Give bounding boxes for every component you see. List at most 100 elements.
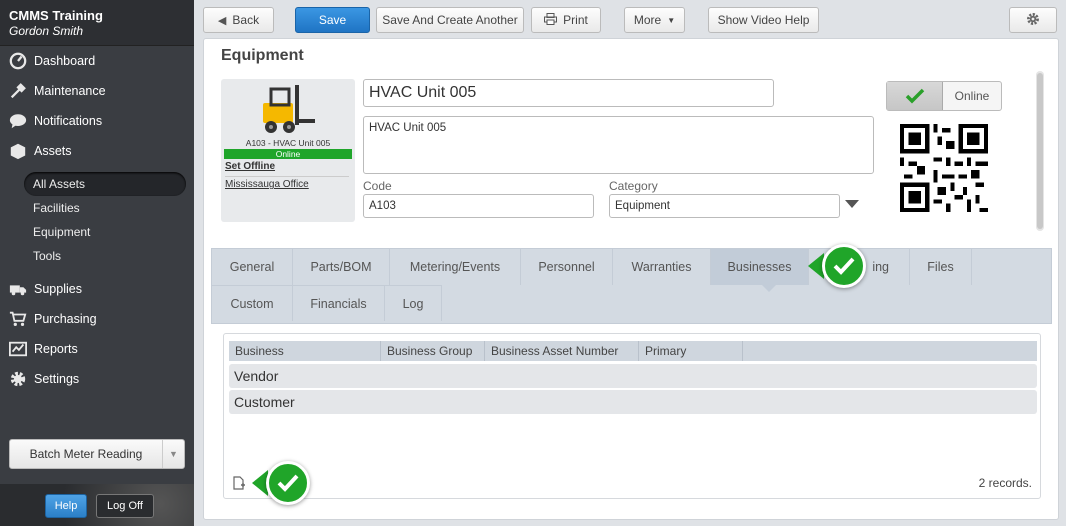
record-count: 2 records. [978,476,1032,490]
caret-down-icon: ▼ [667,15,676,25]
qr-code-icon [900,124,988,212]
equipment-form: Equipment A103 - HVAC Unit 005 Online Se… [203,38,1059,520]
app-name: CMMS Training [9,8,103,23]
tab-personnel[interactable]: Personnel [521,249,613,285]
subnav-equipment[interactable]: Equipment [0,220,194,244]
tab-parts-bom[interactable]: Parts/BOM [293,249,390,285]
grid-header: Business Business Group Business Asset N… [229,341,1037,361]
subnav-tools[interactable]: Tools [0,244,194,268]
log-off-button[interactable]: Log Off [96,494,154,518]
category-dropdown-arrow-icon[interactable] [845,200,859,208]
businesses-grid: Business Business Group Business Asset N… [223,333,1041,499]
nav-supplies-label: Supplies [34,282,82,296]
add-record-icon[interactable] [232,476,246,490]
tab-general[interactable]: General [212,249,293,285]
forklift-icon [263,85,315,133]
nav-settings[interactable]: Settings [0,364,194,394]
code-input[interactable] [363,194,594,218]
speech-bubble-icon [9,112,27,130]
nav-notifications[interactable]: Notifications [0,106,194,136]
toolbar: ◀ Back Save Save And Create Another Prin… [194,0,1066,38]
chart-icon [9,340,27,358]
nav-reports-label: Reports [34,342,78,356]
batch-meter-reading-button[interactable]: Batch Meter Reading ▼ [9,439,185,469]
category-input[interactable] [609,194,840,218]
box-icon [9,142,27,160]
print-button[interactable]: Print [531,7,601,33]
tab-businesses[interactable]: Businesses [711,249,809,285]
group-row-customer[interactable]: Customer [229,390,1037,414]
print-label: Print [563,13,588,27]
col-business-group[interactable]: Business Group [381,341,485,361]
tools-icon [9,82,27,100]
settings-gear-button[interactable] [1009,7,1057,33]
nav-dashboard[interactable]: Dashboard [0,46,194,76]
set-offline-link[interactable]: Set Offline [225,161,275,172]
back-arrow-icon: ◀ [217,14,227,27]
cart-icon [9,310,27,328]
gear-icon [1026,12,1040,29]
dropdown-arrow-icon[interactable]: ▼ [162,440,184,468]
save-and-create-another-button[interactable]: Save And Create Another [376,7,524,33]
user-name: Gordon Smith [9,24,84,38]
asset-card: A103 - HVAC Unit 005 Online Set Offline … [221,79,355,222]
assets-submenu: All Assets Facilities Equipment Tools [0,166,194,274]
save-button[interactable]: Save [295,7,370,33]
page-title: Equipment [221,47,304,64]
online-toggle[interactable]: Online [886,81,1002,111]
tab-metering-events[interactable]: Metering/Events [390,249,521,285]
tab-callout-marker [808,244,866,288]
add-callout-marker [252,461,310,505]
nav-reports[interactable]: Reports [0,334,194,364]
brand-header: CMMS Training Gordon Smith [0,0,194,46]
help-button[interactable]: Help [45,494,87,518]
tab-custom[interactable]: Custom [212,285,293,321]
asset-name-input[interactable] [363,79,774,107]
category-label: Category [609,179,658,193]
more-dropdown-button[interactable]: More ▼ [624,7,685,33]
nav-supplies[interactable]: Supplies [0,274,194,304]
nav-assets[interactable]: Assets [0,136,194,166]
back-label: Back [232,13,260,27]
nav-notifications-label: Notifications [34,114,103,128]
callout-check-icon [266,461,310,505]
printer-icon [544,12,558,28]
nav-purchasing[interactable]: Purchasing [0,304,194,334]
code-label: Code [363,179,392,193]
col-business-asset-number[interactable]: Business Asset Number [485,341,639,361]
tab-financials[interactable]: Financials [293,285,385,321]
nav-dashboard-label: Dashboard [34,54,96,68]
status-badge: Online [224,149,352,159]
dashboard-icon [9,52,27,70]
back-button[interactable]: ◀ Back [203,7,274,33]
online-toggle-label: Online [954,89,990,103]
scrollbar-thumb[interactable] [1037,73,1043,229]
truck-icon [9,280,27,298]
callout-check-icon [822,244,866,288]
col-primary[interactable]: Primary [639,341,743,361]
tab-files[interactable]: Files [910,249,972,285]
location-link[interactable]: Mississauga Office [225,176,349,190]
nav-settings-label: Settings [34,372,80,386]
sidebar: CMMS Training Gordon Smith Dashboard Mai… [0,0,194,526]
asset-caption: A103 - HVAC Unit 005 [245,138,331,148]
tab-bar: General Parts/BOM Metering/Events Person… [211,248,1052,324]
subnav-facilities[interactable]: Facilities [0,196,194,220]
group-row-vendor[interactable]: Vendor [229,364,1037,388]
nav-purchasing-label: Purchasing [34,312,97,326]
col-business[interactable]: Business [229,341,381,361]
gear-icon [9,370,27,388]
tab-log[interactable]: Log [385,285,442,321]
subnav-all-assets[interactable]: All Assets [24,172,186,196]
nav-assets-label: Assets [34,144,72,158]
nav-maintenance[interactable]: Maintenance [0,76,194,106]
batch-meter-reading-label: Batch Meter Reading [29,447,143,461]
active-tab-pointer [762,285,776,292]
form-scrollbar[interactable] [1036,71,1044,231]
more-label: More [633,13,662,27]
checkmark-icon [887,82,943,110]
tab-warranties[interactable]: Warranties [613,249,711,285]
show-video-help-button[interactable]: Show Video Help [708,7,819,33]
nav-maintenance-label: Maintenance [34,84,106,98]
description-textarea[interactable]: HVAC Unit 005 [363,116,874,174]
